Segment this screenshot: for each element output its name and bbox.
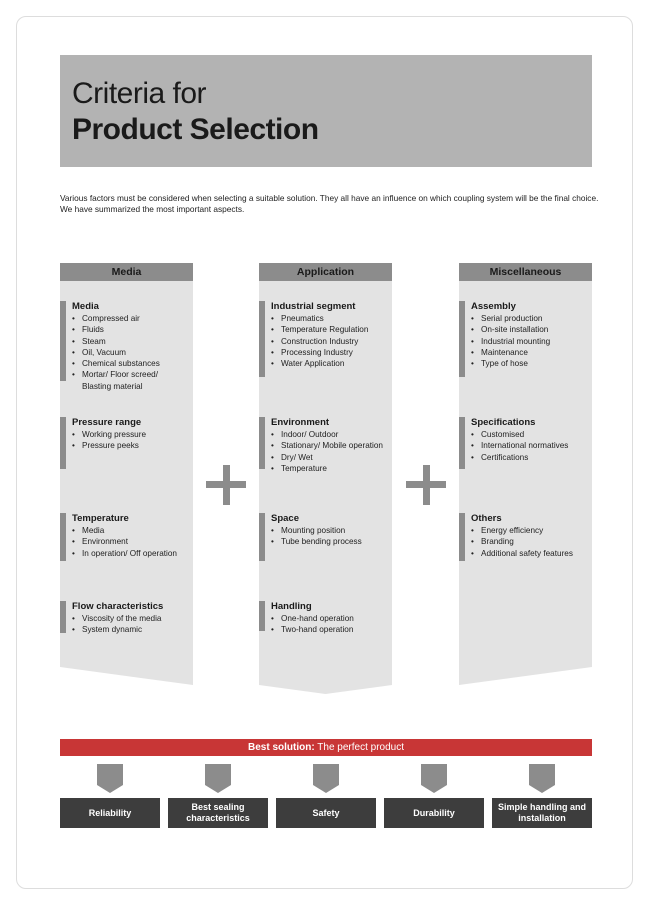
list-item: On-site installation: [471, 324, 550, 336]
title-line-1: Criteria for: [72, 77, 207, 110]
list-item-continuation: Blasting material: [82, 381, 143, 391]
group-title: Others: [471, 513, 502, 524]
group-title: Space: [271, 513, 299, 524]
title-banner: Criteria for Product Selection: [60, 55, 592, 167]
list-item: Industrial mounting: [471, 336, 550, 348]
list-item: International normatives: [471, 440, 568, 452]
list-item: Environment: [72, 536, 177, 548]
list-item: Pressure peeks: [72, 440, 146, 452]
best-solution-banner: Best solution: The perfect product: [60, 739, 592, 756]
group-marker: [60, 513, 66, 561]
best-solution-text: The perfect product: [314, 742, 404, 753]
outcome-simple-handling: Simple handling and installation: [492, 798, 592, 828]
down-arrow-icon: [97, 764, 123, 793]
outcome-best-sealing: Best sealing characteristics: [168, 798, 268, 828]
list-item: One-hand operation: [271, 613, 354, 625]
group-marker: [60, 601, 66, 633]
down-arrow-icon: [421, 764, 447, 793]
group-title: Handling: [271, 601, 312, 612]
list-item: Mortar/ Floor screed/: [72, 369, 160, 381]
list-item: Fluids: [72, 324, 160, 336]
list-item: Oil, Vacuum: [72, 347, 160, 359]
list-item: Customised: [471, 429, 568, 441]
list-item: Media: [72, 525, 177, 537]
list-item: Indoor/ Outdoor: [271, 429, 383, 441]
list-item: Energy efficiency: [471, 525, 573, 537]
group-title: Temperature: [72, 513, 129, 524]
list-item: Mounting position: [271, 525, 362, 537]
list-item: Certifications: [471, 452, 568, 464]
outcome-durability: Durability: [384, 798, 484, 828]
group-marker: [259, 301, 265, 377]
column-header: Miscellaneous: [459, 263, 592, 281]
group-marker: [459, 417, 465, 469]
group-title: Specifications: [471, 417, 536, 428]
list-item: Pneumatics: [271, 313, 368, 325]
outcome-safety: Safety: [276, 798, 376, 828]
list-item: Steam: [72, 336, 160, 348]
group-title: Media: [72, 301, 99, 312]
intro-text: Various factors must be considered when …: [60, 193, 599, 214]
group-marker: [259, 417, 265, 469]
outcome-reliability: Reliability: [60, 798, 160, 828]
group-marker: [259, 513, 265, 561]
group-marker: [259, 601, 265, 631]
title-line-2: Product Selection: [72, 113, 319, 146]
list-item: Branding: [471, 536, 573, 548]
group-marker: [459, 513, 465, 561]
list-item: Chemical substances: [72, 358, 160, 370]
plus-icon: [206, 465, 246, 505]
down-arrow-icon: [529, 764, 555, 793]
list-item: Water Application: [271, 358, 368, 370]
list-item: System dynamic: [72, 624, 162, 636]
column-header: Application: [259, 263, 392, 281]
list-item: Stationary/ Mobile operation: [271, 440, 383, 452]
group-marker: [60, 301, 66, 381]
list-item: Additional safety features: [471, 548, 573, 560]
group-marker: [60, 417, 66, 469]
list-item: Temperature Regulation: [271, 324, 368, 336]
group-title: Environment: [271, 417, 330, 428]
list-item: Serial production: [471, 313, 550, 325]
down-arrow-icon: [313, 764, 339, 793]
group-title: Flow characteristics: [72, 601, 164, 612]
list-item: Two-hand operation: [271, 624, 354, 636]
group-title: Assembly: [471, 301, 516, 312]
column-header: Media: [60, 263, 193, 281]
list-item: Working pressure: [72, 429, 146, 441]
group-title: Industrial segment: [271, 301, 356, 312]
list-item: Tube bending process: [271, 536, 362, 548]
list-item: Type of hose: [471, 358, 550, 370]
list-item: Processing Industry: [271, 347, 368, 359]
down-arrow-icon: [205, 764, 231, 793]
list-item: Compressed air: [72, 313, 160, 325]
list-item: Construction Industry: [271, 336, 368, 348]
list-item: Dry/ Wet: [271, 452, 383, 464]
list-item: In operation/ Off operation: [72, 548, 177, 560]
plus-icon: [406, 465, 446, 505]
list-item: Temperature: [271, 463, 383, 475]
best-solution-label: Best solution:: [248, 742, 315, 753]
group-marker: [459, 301, 465, 377]
group-title: Pressure range: [72, 417, 142, 428]
list-item: Viscosity of the media: [72, 613, 162, 625]
list-item: Maintenance: [471, 347, 550, 359]
